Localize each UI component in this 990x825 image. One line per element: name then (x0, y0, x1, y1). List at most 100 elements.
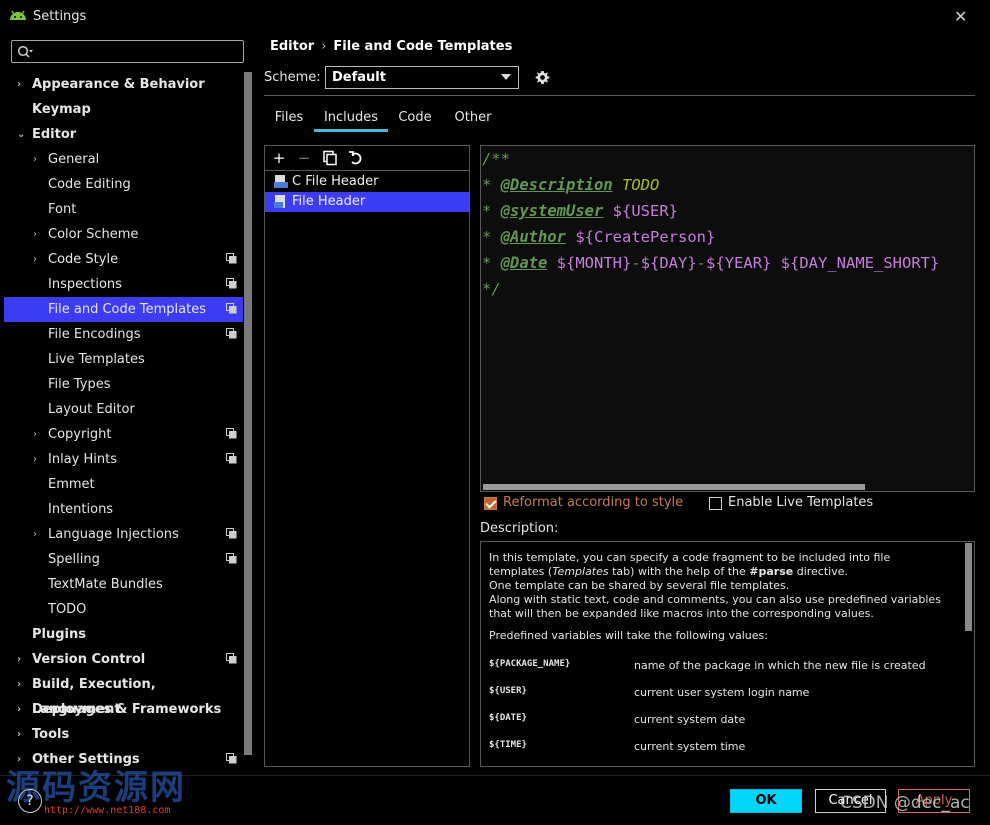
desc-text-part: Along with static text, code and comment… (489, 593, 941, 620)
project-scope-icon (226, 528, 237, 539)
file-icon (274, 175, 288, 188)
tab-other[interactable]: Other (451, 108, 495, 132)
settings-tree: › Appearance & Behavior Keymap ⌄ Editor › Gene… (0, 72, 243, 772)
enable-live-templates-label[interactable]: Enable Live Templates (728, 495, 873, 510)
sidebar-item-label: Inlay Hints (48, 452, 117, 467)
scheme-dropdown[interactable]: Default (325, 66, 519, 89)
window-title: Settings (33, 9, 87, 24)
sidebar-item-languages-frameworks[interactable]: › Languages & Frameworks (4, 697, 243, 722)
sidebar-item-intentions[interactable]: Intentions (4, 497, 243, 522)
sidebar-item-label: Copyright (48, 427, 112, 442)
sidebar-item-layout-editor[interactable]: Layout Editor (4, 397, 243, 422)
editor-hscrollbar[interactable] (483, 484, 865, 490)
variable-name: ${USER} (489, 686, 527, 696)
sidebar-item-label: Intentions (48, 502, 114, 517)
scheme-label: Scheme: (264, 70, 321, 85)
sidebar-item-file-types[interactable]: File Types (4, 372, 243, 397)
tab-code[interactable]: Code (395, 108, 435, 132)
chevron-right-icon[interactable]: › (33, 522, 37, 547)
sidebar-item-build-execution-deployment[interactable]: › Build, Execution, Deployment (4, 672, 243, 717)
reformat-checkbox[interactable] (484, 497, 497, 510)
sidebar-item-general[interactable]: › General (4, 147, 243, 172)
chevron-right-icon[interactable]: › (17, 697, 21, 722)
sidebar-item-appearance-behavior[interactable]: › Appearance & Behavior (4, 72, 243, 97)
code-token: TODO (612, 176, 660, 194)
sidebar-item-label: Code Editing (48, 177, 131, 192)
sidebar-item-inspections[interactable]: Inspections (4, 272, 243, 297)
sidebar-item-label: Languages & Frameworks (32, 702, 222, 717)
sidebar-item-textmate-bundles[interactable]: TextMate Bundles (4, 572, 243, 597)
sidebar-item-label: Live Templates (48, 352, 145, 367)
sidebar-item-inlay-hints[interactable]: › Inlay Hints (4, 447, 243, 472)
chevron-right-icon[interactable]: › (17, 722, 21, 747)
sidebar-item-emmet[interactable]: Emmet (4, 472, 243, 497)
code-token: ${CreatePerson} (566, 228, 716, 246)
chevron-down-icon[interactable]: ⌄ (17, 122, 25, 147)
sidebar-item-label: Layout Editor (48, 402, 135, 417)
remove-icon[interactable]: − (296, 150, 312, 166)
code-token: */ (482, 280, 501, 298)
template-item-file-header[interactable]: File Header (265, 192, 469, 212)
reset-icon[interactable] (348, 150, 364, 166)
code-line: * @Description TODO (482, 172, 659, 198)
sidebar-item-todo[interactable]: TODO (4, 597, 243, 622)
list-toolbar: + − (265, 146, 469, 171)
sidebar-item-label: Color Scheme (48, 227, 139, 242)
copy-icon[interactable] (322, 150, 338, 166)
close-icon[interactable]: ✕ (954, 7, 967, 26)
sidebar-item-code-style[interactable]: › Code Style (4, 247, 243, 272)
chevron-right-icon[interactable]: › (33, 222, 37, 247)
divider (264, 95, 975, 96)
chevron-right-icon[interactable]: › (17, 72, 21, 97)
chevron-right-icon[interactable]: › (33, 447, 37, 472)
sidebar-item-file-and-code-templates[interactable]: File and Code Templates (4, 297, 243, 322)
add-icon[interactable]: + (271, 150, 287, 166)
description-panel: In this template, you can specify a code… (480, 541, 975, 767)
project-scope-icon (226, 553, 237, 564)
sidebar-item-editor[interactable]: ⌄ Editor (4, 122, 243, 147)
sidebar-item-keymap[interactable]: Keymap (4, 97, 243, 122)
sidebar-item-live-templates[interactable]: Live Templates (4, 347, 243, 372)
settings-search-input[interactable] (11, 40, 244, 63)
code-token: * (482, 202, 501, 220)
java-file-icon (274, 195, 285, 208)
sidebar-item-plugins[interactable]: Plugins (4, 622, 243, 647)
chevron-right-icon[interactable]: › (17, 672, 21, 697)
sidebar-item-code-editing[interactable]: Code Editing (4, 172, 243, 197)
sidebar-item-label: Spelling (48, 552, 100, 567)
gear-icon[interactable] (535, 70, 550, 85)
sidebar-item-copyright[interactable]: › Copyright (4, 422, 243, 447)
sidebar-item-tools[interactable]: › Tools (4, 722, 243, 747)
desc-text-part: Predefined variables will take the follo… (489, 629, 768, 642)
sidebar-item-label: Font (48, 202, 77, 217)
sidebar-item-font[interactable]: Font (4, 197, 243, 222)
sidebar-item-label: File and Code Templates (48, 302, 206, 317)
sidebar-item-file-encodings[interactable]: File Encodings (4, 322, 243, 347)
description-label: Description: (480, 521, 559, 536)
sidebar-item-label: Tools (32, 727, 70, 742)
sidebar-item-version-control[interactable]: › Version Control (4, 647, 243, 672)
project-scope-icon (226, 303, 237, 314)
template-item-c-file-header[interactable]: C File Header (265, 172, 469, 192)
sidebar-scrollbar[interactable] (244, 72, 252, 755)
chevron-right-icon[interactable]: › (33, 247, 37, 272)
sidebar-item-language-injections[interactable]: › Language Injections (4, 522, 243, 547)
breadcrumb-editor[interactable]: Editor (270, 39, 314, 54)
template-code-editor[interactable]: /** * @Description TODO * @systemUser ${US… (480, 145, 975, 492)
code-token: - (631, 254, 641, 272)
description-scrollbar[interactable] (965, 543, 972, 631)
chevron-right-icon[interactable]: › (33, 422, 37, 447)
chevron-right-icon[interactable]: › (17, 647, 21, 672)
help-button[interactable]: ? (18, 789, 42, 813)
ok-button[interactable]: OK (730, 789, 802, 813)
sidebar-item-spelling[interactable]: Spelling (4, 547, 243, 572)
tab-includes[interactable]: Includes (314, 108, 388, 132)
sidebar-item-label: General (48, 152, 100, 167)
sidebar-item-color-scheme[interactable]: › Color Scheme (4, 222, 243, 247)
reformat-label[interactable]: Reformat according to style (503, 495, 683, 510)
enable-live-templates-checkbox[interactable] (709, 497, 722, 510)
sidebar-item-label: Appearance & Behavior (32, 77, 205, 92)
sidebar-item-label: Inspections (48, 277, 122, 292)
chevron-right-icon[interactable]: › (33, 147, 37, 172)
tab-files[interactable]: Files (270, 108, 308, 132)
